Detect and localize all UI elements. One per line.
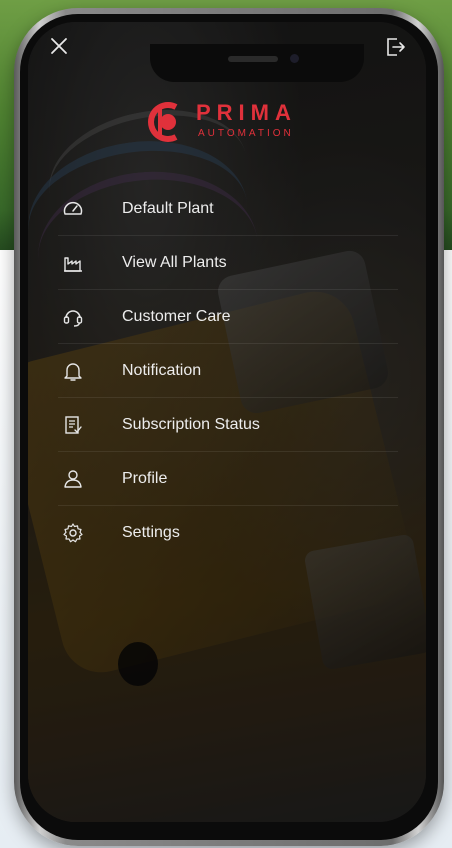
- brand-logo: PRIMA AUTOMATION: [146, 98, 326, 148]
- menu-item-customer-care[interactable]: Customer Care: [58, 290, 398, 344]
- side-menu: Default Plant View All Plants Customer C…: [58, 182, 398, 559]
- bell-icon: [64, 362, 82, 381]
- menu-label: Customer Care: [122, 307, 231, 325]
- gauge-icon: [63, 201, 83, 215]
- menu-label: Notification: [122, 361, 202, 379]
- logout-button[interactable]: [384, 36, 408, 60]
- menu-item-settings[interactable]: Settings: [58, 506, 398, 559]
- app-screen: PRIMA AUTOMATION Default Plant View All …: [28, 22, 426, 822]
- menu-label: Default Plant: [122, 199, 214, 217]
- menu-item-view-all-plants[interactable]: View All Plants: [58, 236, 398, 290]
- headset-icon: [63, 309, 83, 327]
- menu-item-default-plant[interactable]: Default Plant: [58, 182, 398, 236]
- menu-label: Subscription Status: [122, 415, 260, 433]
- user-icon: [64, 469, 82, 488]
- document-list-icon: [65, 415, 82, 434]
- menu-item-profile[interactable]: Profile: [58, 452, 398, 506]
- phone-notch: [150, 44, 364, 82]
- gear-icon: [63, 522, 83, 542]
- menu-item-subscription-status[interactable]: Subscription Status: [58, 398, 398, 452]
- logout-icon: [387, 38, 405, 56]
- brand-tagline: AUTOMATION: [198, 128, 294, 139]
- prima-logo-mark: [148, 102, 178, 142]
- menu-label: Settings: [122, 523, 180, 541]
- menu-label: Profile: [122, 469, 168, 487]
- menu-item-notification[interactable]: Notification: [58, 344, 398, 398]
- close-icon: [51, 38, 67, 54]
- menu-label: View All Plants: [122, 253, 227, 271]
- close-menu-button[interactable]: [46, 36, 72, 62]
- factory-icon: [64, 256, 82, 272]
- brand-name: PRIMA: [196, 100, 297, 125]
